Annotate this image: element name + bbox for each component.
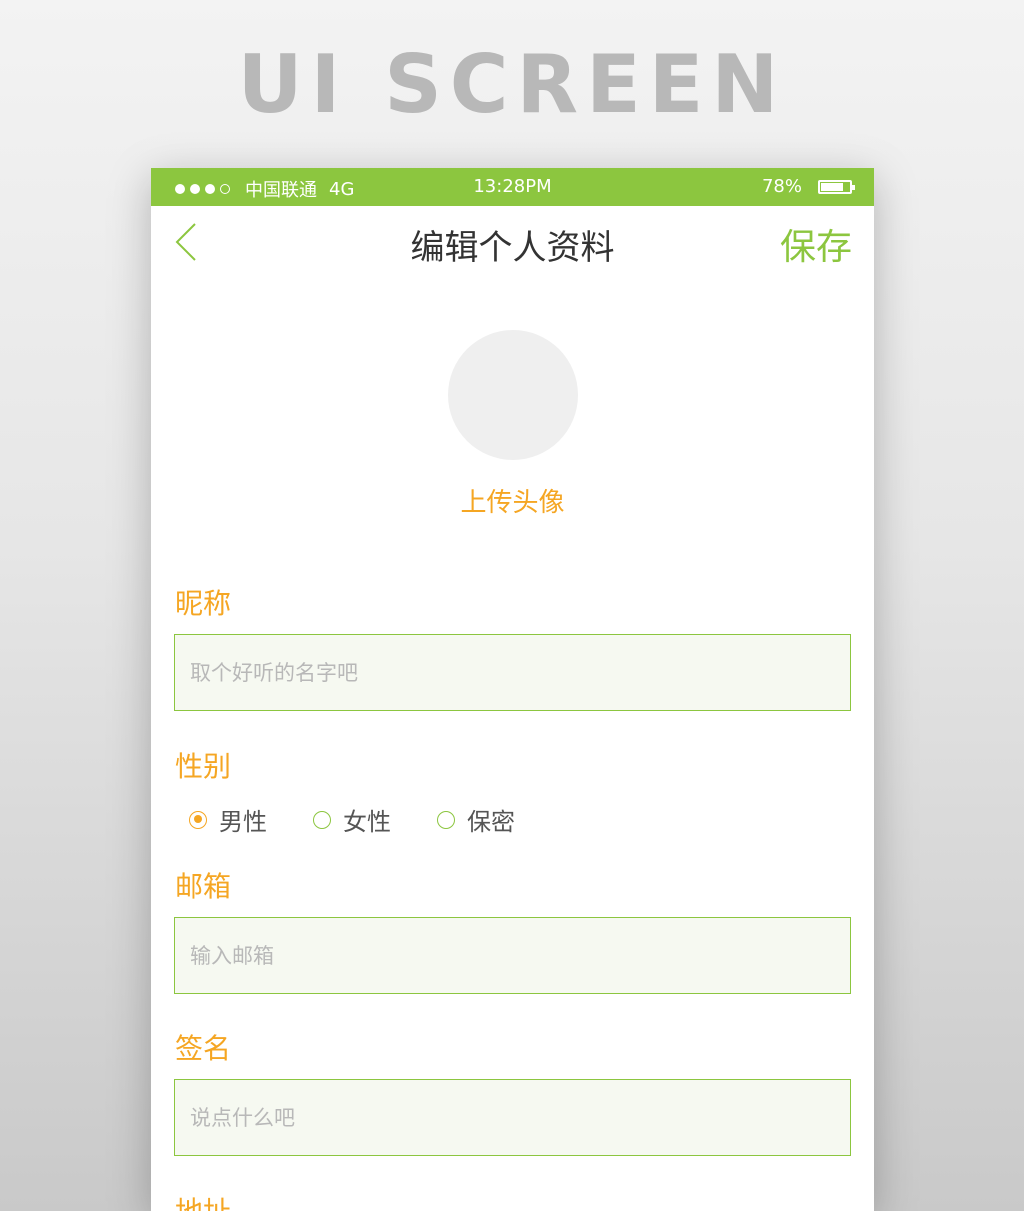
gender-option-label: 保密	[467, 808, 515, 836]
gender-radio-group: 男性 女性 保密	[189, 802, 561, 837]
signature-input[interactable]	[174, 1079, 851, 1156]
avatar[interactable]	[448, 330, 578, 460]
phone-screen: 中国联通 4G 13:28PM 78% 编辑个人资料 保存 上传头像 昵称 性别…	[151, 168, 874, 1211]
gender-option-label: 女性	[343, 808, 391, 836]
email-input[interactable]	[174, 917, 851, 994]
address-label: 地址	[175, 1190, 231, 1211]
nickname-label: 昵称	[175, 587, 232, 620]
radio-checked-icon[interactable]	[189, 810, 207, 829]
gender-option-label: 男性	[219, 808, 267, 836]
nav-bar: 编辑个人资料 保存	[151, 206, 874, 276]
status-right: 78%	[761, 176, 855, 197]
battery-level	[821, 182, 843, 191]
battery-percent: 78%	[761, 176, 802, 197]
page-heading: UI SCREEN	[237, 38, 787, 131]
radio-unchecked-icon[interactable]	[313, 810, 331, 829]
battery-icon	[818, 179, 855, 194]
page-title: 编辑个人资料	[410, 228, 615, 268]
gender-option-male[interactable]: 男性	[189, 802, 267, 837]
signature-label: 签名	[175, 1032, 232, 1065]
upload-avatar-link[interactable]: 上传头像	[151, 482, 874, 519]
nickname-input[interactable]	[174, 634, 851, 711]
save-button[interactable]: 保存	[780, 218, 852, 270]
email-label: 邮箱	[175, 870, 232, 903]
gender-label: 性别	[175, 750, 232, 783]
gender-option-female[interactable]: 女性	[313, 802, 391, 837]
status-bar: 中国联通 4G 13:28PM 78%	[151, 168, 874, 206]
radio-unchecked-icon[interactable]	[437, 810, 455, 829]
gender-option-private[interactable]: 保密	[437, 802, 515, 837]
